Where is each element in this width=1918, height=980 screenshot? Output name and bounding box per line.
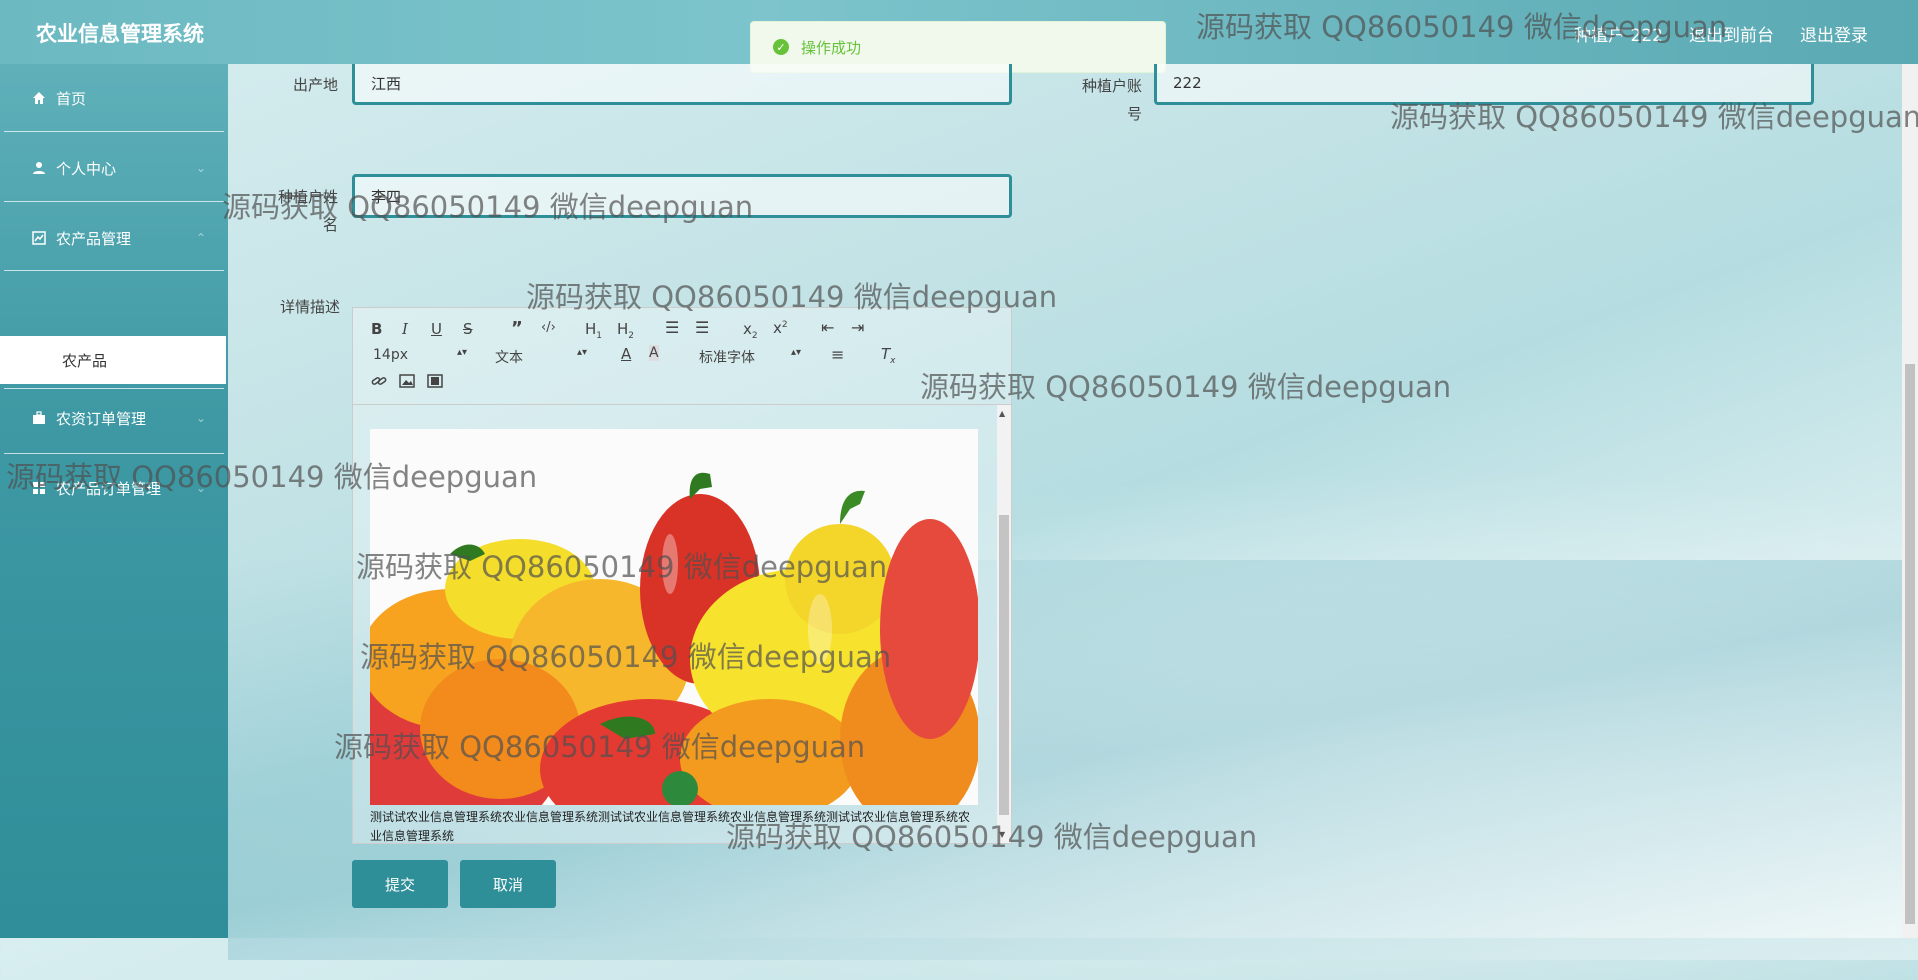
font-color-icon[interactable]: A: [621, 345, 631, 363]
page-scroll-thumb[interactable]: [1905, 364, 1915, 924]
origin-value: 江西: [371, 74, 402, 93]
grid-icon: [32, 481, 46, 495]
sidebar-item-label: 农资订单管理: [56, 409, 147, 428]
text-type-select[interactable]: 文本 ▴▾: [495, 347, 587, 367]
italic-icon[interactable]: I: [402, 320, 408, 338]
indent-icon[interactable]: ⇥: [851, 318, 864, 337]
ordered-list-icon[interactable]: ☰: [665, 318, 679, 337]
code-icon[interactable]: ‹/›: [541, 320, 556, 335]
sidebar-item-product-management[interactable]: 农产品管理 ⌃: [0, 204, 224, 272]
front-page-link[interactable]: 退出到前台: [1689, 21, 1774, 46]
link-icon[interactable]: [371, 373, 387, 393]
divider: [4, 131, 224, 132]
app-title: 农业信息管理系统: [36, 22, 204, 46]
heading2-icon[interactable]: H2: [617, 320, 634, 341]
user-icon: [32, 161, 46, 175]
page-scrollbar[interactable]: [1902, 64, 1918, 938]
sidebar: 首页 个人中心 ⌄ 农产品管理 ⌃ 农产品 农资订单管理 ⌄ 农产品订单管理 ⌄: [0, 64, 228, 938]
cancel-button[interactable]: 取消: [460, 860, 556, 908]
sidebar-subitem-products[interactable]: 农产品: [0, 336, 226, 384]
sidebar-item-label: 农产品管理: [56, 229, 132, 248]
clear-format-icon[interactable]: Tx: [881, 345, 896, 366]
video-icon[interactable]: [427, 373, 443, 393]
divider: [4, 201, 224, 202]
sidebar-item-supply-orders[interactable]: 农资订单管理 ⌄: [0, 384, 224, 452]
align-icon[interactable]: ≡: [831, 345, 844, 364]
chevron-up-icon: ⌃: [195, 231, 206, 245]
chevron-down-icon: ⌄: [195, 411, 206, 425]
font-family-value: 标准字体: [699, 350, 755, 366]
sidebar-item-personal-center[interactable]: 个人中心 ⌄: [0, 134, 224, 202]
toast-message: 操作成功: [801, 38, 862, 57]
heading1-icon[interactable]: H1: [585, 320, 602, 341]
sidebar-item-home[interactable]: 首页: [0, 64, 224, 132]
chevron-down-icon: ⌄: [195, 161, 206, 175]
account-field[interactable]: 222: [1154, 64, 1814, 105]
header-actions: 种植户 222 退出到前台 退出登录: [1574, 21, 1868, 46]
origin-field[interactable]: 江西: [352, 64, 1012, 105]
home-icon: [32, 91, 46, 105]
account-label: 种植户账号: [1081, 77, 1142, 123]
check-circle-icon: ✓: [773, 39, 789, 55]
scroll-up-icon[interactable]: ▲: [999, 409, 1005, 418]
bold-icon[interactable]: B: [371, 320, 382, 338]
sidebar-item-label: 个人中心: [56, 159, 117, 178]
strikethrough-icon[interactable]: S: [463, 320, 473, 338]
rich-text-editor[interactable]: B I U S ” ‹/› H1 H2 ☰ ☰ x2 x2 ⇤ ⇥ 14px ▴▾…: [352, 307, 1012, 844]
divider: [4, 453, 224, 454]
chevron-down-icon: ⌄: [195, 481, 206, 495]
sidebar-item-label: 农产品订单管理: [56, 479, 162, 498]
sidebar-item-product-orders[interactable]: 农产品订单管理 ⌄: [0, 454, 224, 522]
origin-label: 出产地: [292, 76, 338, 94]
editor-scrollbar[interactable]: ▲ ▼: [997, 405, 1011, 843]
font-family-select[interactable]: 标准字体 ▴▾: [699, 347, 801, 367]
divider: [4, 270, 224, 271]
account-value: 222: [1173, 74, 1202, 92]
briefcase-icon: [32, 411, 46, 425]
planter-name-label: 种植户姓名: [277, 188, 338, 234]
subscript-icon[interactable]: x2: [743, 320, 758, 341]
bullet-list-icon[interactable]: ☰: [695, 318, 709, 337]
sidebar-item-label: 首页: [56, 89, 87, 108]
submit-button[interactable]: 提交: [352, 860, 448, 908]
text-type-value: 文本: [495, 350, 523, 366]
divider: [4, 388, 224, 389]
logout-link[interactable]: 退出登录: [1800, 21, 1868, 46]
quote-icon[interactable]: ”: [511, 318, 523, 339]
outdent-icon[interactable]: ⇤: [821, 318, 834, 337]
editor-scroll-thumb[interactable]: [999, 515, 1009, 815]
font-size-select[interactable]: 14px ▴▾: [373, 347, 467, 363]
font-size-value: 14px: [373, 347, 408, 363]
scroll-down-icon[interactable]: ▼: [999, 830, 1005, 839]
image-icon[interactable]: [399, 373, 415, 393]
pepper-image: [370, 429, 978, 805]
description-label: 详情描述: [279, 298, 340, 316]
user-label: 种植户 222: [1574, 26, 1663, 46]
underline-icon[interactable]: U: [431, 320, 442, 338]
editor-toolbar: B I U S ” ‹/› H1 H2 ☰ ☰ x2 x2 ⇤ ⇥ 14px ▴▾…: [353, 308, 1011, 405]
background-color-icon[interactable]: A: [649, 345, 659, 361]
superscript-icon[interactable]: x2: [773, 319, 788, 337]
chart-icon: [32, 231, 46, 245]
planter-name-value: 李四: [371, 187, 402, 206]
editor-content[interactable]: 测试试农业信息管理系统农业信息管理系统测试试农业信息管理系统农业信息管理系统测试…: [353, 405, 993, 843]
editor-text: 测试试农业信息管理系统农业信息管理系统测试试农业信息管理系统农业信息管理系统测试…: [370, 810, 971, 843]
planter-name-field[interactable]: 李四: [352, 174, 1012, 218]
submenu-label: 农产品: [62, 351, 108, 370]
